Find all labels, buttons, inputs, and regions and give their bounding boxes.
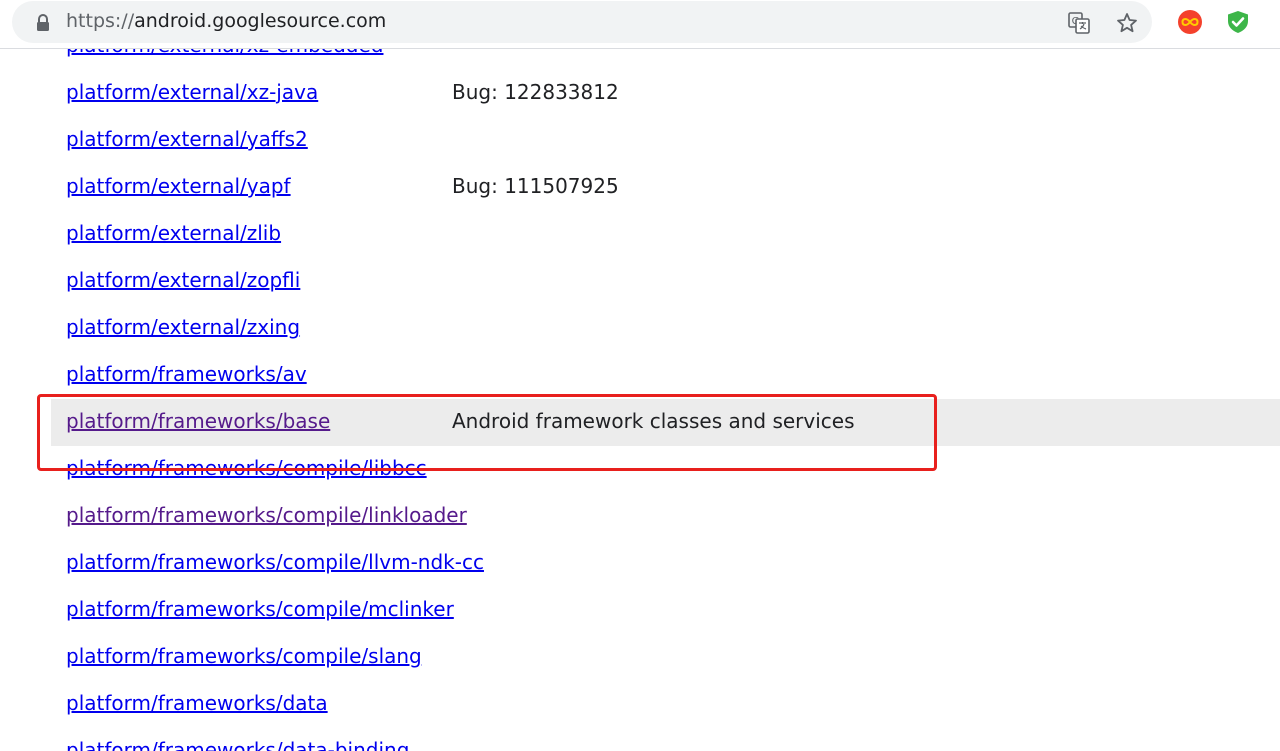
repo-link[interactable]: platform/frameworks/data bbox=[66, 690, 328, 716]
repo-row: platform/frameworks/compile/mclinker bbox=[51, 587, 1280, 634]
repo-description: Bug: 111507925 bbox=[452, 174, 619, 198]
translate-icon[interactable]: G bbox=[1066, 10, 1092, 36]
repo-row: platform/frameworks/compile/linkloader bbox=[51, 493, 1280, 540]
repo-row: platform/external/zopfli bbox=[51, 258, 1280, 305]
url-text[interactable]: https://android.googlesource.com bbox=[66, 10, 386, 32]
repo-description: Bug: 122833812 bbox=[452, 80, 619, 104]
repo-link[interactable]: platform/frameworks/data-binding bbox=[66, 737, 409, 751]
repo-link[interactable]: platform/external/yapf bbox=[66, 173, 291, 199]
browser-toolbar: https://android.googlesource.com G bbox=[0, 0, 1280, 49]
repo-row: platform/external/yapf Bug: 111507925 bbox=[51, 164, 1280, 211]
page-content: platform/external/xz-embedded platform/ex… bbox=[0, 49, 1280, 751]
repo-row: platform/frameworks/av bbox=[51, 352, 1280, 399]
shield-extension-icon[interactable] bbox=[1225, 9, 1251, 35]
star-icon[interactable] bbox=[1114, 10, 1140, 36]
repo-link[interactable]: platform/frameworks/compile/libbcc bbox=[66, 455, 427, 481]
repo-link[interactable]: platform/external/yaffs2 bbox=[66, 126, 308, 152]
repo-row: platform/frameworks/data-binding bbox=[51, 728, 1280, 751]
repo-row: platform/frameworks/compile/llvm-ndk-cc bbox=[51, 540, 1280, 587]
repo-description: Android framework classes and services bbox=[452, 409, 855, 433]
repo-row: platform/frameworks/compile/slang bbox=[51, 634, 1280, 681]
repo-link[interactable]: platform/frameworks/av bbox=[66, 361, 307, 387]
repo-link[interactable]: platform/frameworks/compile/llvm-ndk-cc bbox=[66, 549, 484, 575]
url-host: android.googlesource.com bbox=[134, 10, 387, 32]
lock-icon[interactable] bbox=[35, 14, 51, 32]
repo-row: platform/external/xz-embedded bbox=[51, 49, 1280, 70]
repo-row: platform/frameworks/data bbox=[51, 681, 1280, 728]
repository-list: platform/external/xz-embedded platform/ex… bbox=[0, 49, 1280, 751]
repo-link[interactable]: platform/frameworks/compile/mclinker bbox=[66, 596, 454, 622]
repo-link[interactable]: platform/frameworks/compile/linkloader bbox=[66, 502, 467, 528]
repo-link[interactable]: platform/external/zopfli bbox=[66, 267, 300, 293]
repo-link[interactable]: platform/frameworks/base bbox=[66, 408, 330, 434]
repo-row: platform/external/xz-java Bug: 122833812 bbox=[51, 70, 1280, 117]
repo-row: platform/external/zlib bbox=[51, 211, 1280, 258]
repo-row: platform/frameworks/compile/libbcc bbox=[51, 446, 1280, 493]
repo-row: platform/external/zxing bbox=[51, 305, 1280, 352]
repo-link[interactable]: platform/external/zxing bbox=[66, 314, 300, 340]
repo-link[interactable]: platform/external/xz-java bbox=[66, 79, 318, 105]
address-bar[interactable]: https://android.googlesource.com G bbox=[12, 1, 1152, 43]
repo-row: platform/frameworks/base Android framewor… bbox=[51, 399, 1280, 446]
repo-link[interactable]: platform/frameworks/compile/slang bbox=[66, 643, 422, 669]
repo-link[interactable]: platform/external/xz-embedded bbox=[66, 49, 383, 58]
url-scheme: https:// bbox=[66, 10, 135, 32]
infinity-extension-icon[interactable] bbox=[1177, 9, 1203, 35]
repo-link[interactable]: platform/external/zlib bbox=[66, 220, 281, 246]
repo-row: platform/external/yaffs2 bbox=[51, 117, 1280, 164]
